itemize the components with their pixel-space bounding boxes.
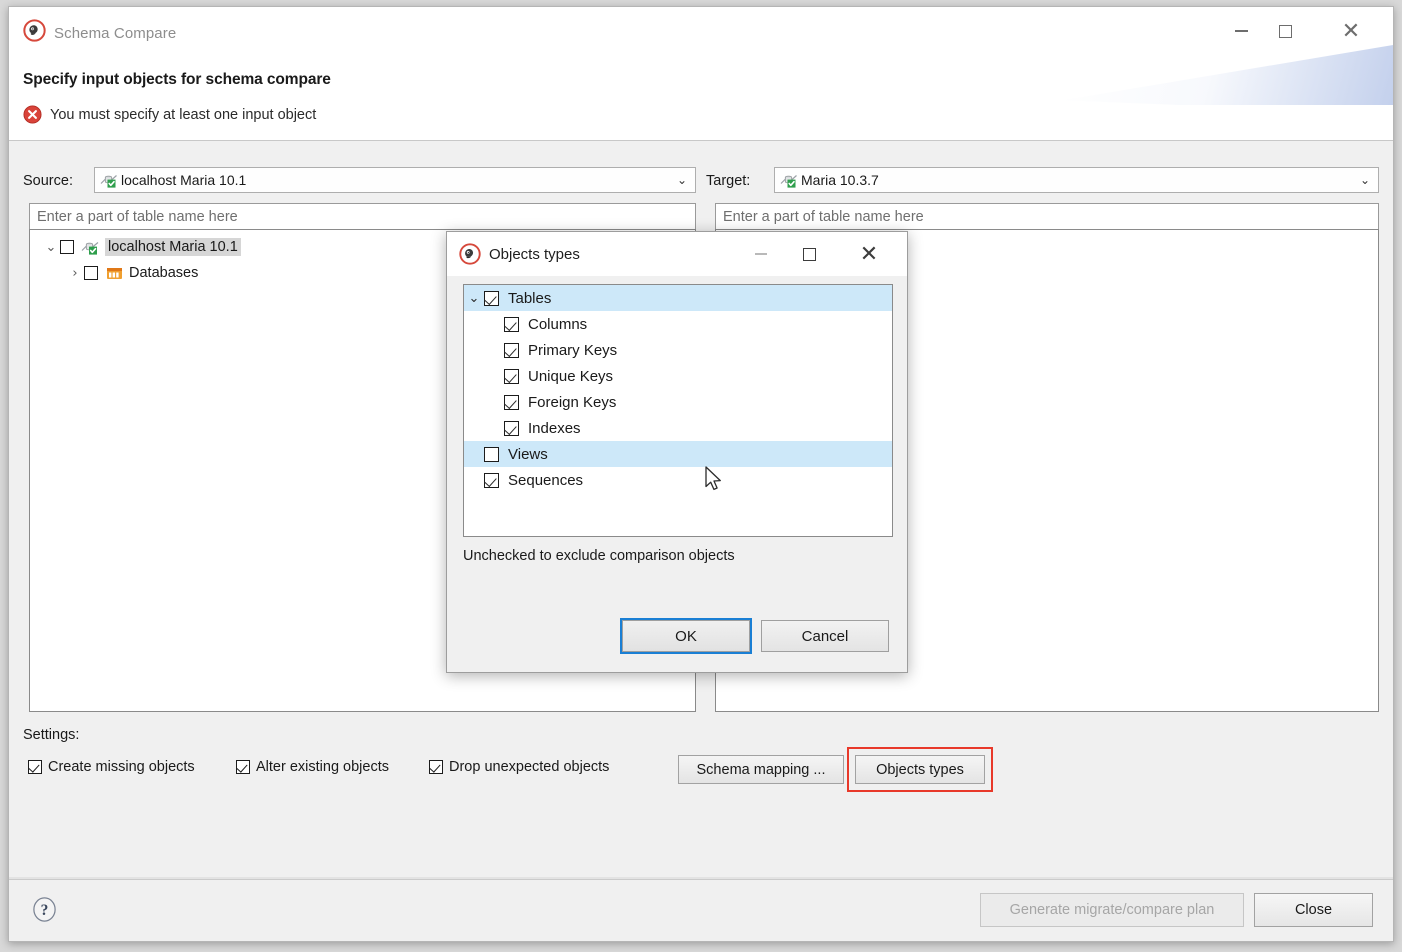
- chevron-right-icon[interactable]: ›: [66, 266, 84, 281]
- database-connection-checked-icon: [81, 239, 100, 255]
- checkbox-alter-existing-objects[interactable]: Alter existing objects: [236, 759, 389, 775]
- source-filter-placeholder: Enter a part of table name here: [37, 209, 238, 225]
- database-connection-checked-icon: [100, 172, 118, 188]
- tree-item-checkbox[interactable]: [84, 266, 98, 280]
- close-window-button[interactable]: ✕: [1329, 17, 1373, 45]
- dbeaver-logo-icon: [23, 19, 46, 42]
- tree-item-connection[interactable]: ⌄ localhost Maria 10.1: [42, 235, 241, 259]
- target-filter-placeholder: Enter a part of table name here: [723, 209, 924, 225]
- database-connection-checked-icon: [780, 172, 798, 188]
- list-item-label: Unique Keys: [528, 368, 613, 385]
- minimize-button[interactable]: [1219, 17, 1263, 45]
- ok-button[interactable]: OK: [622, 620, 750, 652]
- minimize-icon: [755, 253, 767, 255]
- list-item-label: Primary Keys: [528, 342, 617, 359]
- list-item-checkbox[interactable]: [504, 369, 519, 384]
- tree-item-databases[interactable]: › Databases: [66, 261, 198, 285]
- close-button[interactable]: Close: [1254, 893, 1373, 927]
- chevron-down-icon[interactable]: ⌄: [677, 173, 687, 187]
- list-item-columns[interactable]: Columns: [464, 311, 892, 337]
- objects-types-title: Objects types: [489, 246, 580, 263]
- list-item-indexes[interactable]: Indexes: [464, 415, 892, 441]
- checkbox-box[interactable]: [429, 760, 443, 774]
- list-item-label: Foreign Keys: [528, 394, 616, 411]
- objects-types-titlebar: Objects types ✕: [447, 232, 907, 276]
- object-types-list[interactable]: ⌄ Tables Columns Primary Keys Unique Key…: [463, 284, 893, 537]
- dialog-header: Schema Compare ✕ Specify input objects f…: [9, 7, 1393, 141]
- error-circle-icon: [23, 105, 42, 124]
- cancel-button[interactable]: Cancel: [761, 620, 889, 652]
- list-item-label: Indexes: [528, 420, 581, 437]
- checkbox-create-missing-objects[interactable]: Create missing objects: [28, 759, 195, 775]
- validation-error: You must specify at least one input obje…: [23, 105, 316, 124]
- dialog-footer: ? Generate migrate/compare plan Close: [9, 879, 1393, 941]
- checkbox-box[interactable]: [236, 760, 250, 774]
- modal-maximize-button[interactable]: [789, 241, 829, 267]
- settings-label: Settings:: [23, 727, 79, 743]
- list-item-primary-keys[interactable]: Primary Keys: [464, 337, 892, 363]
- source-label: Source:: [23, 173, 73, 189]
- target-filter-input[interactable]: Enter a part of table name here: [715, 203, 1379, 230]
- schema-compare-window: Schema Compare ✕ Specify input objects f…: [8, 6, 1394, 942]
- modal-minimize-button[interactable]: [741, 241, 781, 267]
- tree-item-checkbox[interactable]: [60, 240, 74, 254]
- maximize-icon: [803, 248, 816, 261]
- maximize-button[interactable]: [1263, 17, 1307, 45]
- header-decorative-banner: [1063, 45, 1393, 105]
- list-item-label: Columns: [528, 316, 587, 333]
- target-label: Target:: [706, 173, 750, 189]
- target-connection-combo[interactable]: Maria 10.3.7 ⌄: [774, 167, 1379, 193]
- tree-item-label: localhost Maria 10.1: [105, 238, 241, 256]
- list-item-checkbox[interactable]: [504, 421, 519, 436]
- generate-plan-button[interactable]: Generate migrate/compare plan: [980, 893, 1244, 927]
- source-filter-input[interactable]: Enter a part of table name here: [29, 203, 696, 230]
- help-question-icon[interactable]: ?: [31, 896, 58, 923]
- checkbox-box[interactable]: [28, 760, 42, 774]
- list-item-foreign-keys[interactable]: Foreign Keys: [464, 389, 892, 415]
- list-item-tables[interactable]: ⌄ Tables: [464, 285, 892, 311]
- checkbox-label: Drop unexpected objects: [449, 759, 609, 775]
- list-item-label: Sequences: [508, 472, 583, 489]
- objects-types-hint: Unchecked to exclude comparison objects: [463, 548, 735, 564]
- list-item-checkbox[interactable]: [504, 343, 519, 358]
- error-message: You must specify at least one input obje…: [50, 107, 316, 123]
- chevron-down-icon[interactable]: ⌄: [42, 240, 60, 255]
- objects-types-button[interactable]: Objects types: [855, 755, 985, 784]
- svg-text:?: ?: [41, 902, 49, 919]
- list-item-sequences[interactable]: Sequences: [464, 467, 892, 493]
- maximize-icon: [1279, 25, 1292, 38]
- objects-types-dialog: Objects types ✕ ⌄ Tables Columns Primary…: [446, 231, 908, 673]
- list-item-views[interactable]: Views: [464, 441, 892, 467]
- close-icon: ✕: [1342, 20, 1360, 42]
- target-connection-value: Maria 10.3.7: [801, 172, 879, 188]
- chevron-down-icon[interactable]: ⌄: [1360, 173, 1370, 187]
- dbeaver-logo-icon: [459, 243, 481, 265]
- databases-folder-icon: [105, 265, 124, 281]
- list-item-checkbox[interactable]: [484, 473, 499, 488]
- source-connection-value: localhost Maria 10.1: [121, 172, 246, 188]
- list-item-label: Views: [508, 446, 548, 463]
- list-item-label: Tables: [508, 290, 551, 307]
- source-connection-combo[interactable]: localhost Maria 10.1 ⌄: [94, 167, 696, 193]
- window-titlebar: Schema Compare ✕: [9, 7, 1393, 53]
- minimize-icon: [1235, 30, 1248, 32]
- list-item-checkbox[interactable]: [484, 291, 499, 306]
- checkbox-label: Alter existing objects: [256, 759, 389, 775]
- checkbox-label: Create missing objects: [48, 759, 195, 775]
- schema-mapping-button[interactable]: Schema mapping ...: [678, 755, 844, 784]
- page-title: Specify input objects for schema compare: [23, 71, 331, 89]
- close-icon: ✕: [860, 243, 878, 265]
- checkbox-drop-unexpected-objects[interactable]: Drop unexpected objects: [429, 759, 609, 775]
- list-item-checkbox[interactable]: [504, 395, 519, 410]
- modal-close-button[interactable]: ✕: [849, 241, 889, 267]
- list-item-checkbox[interactable]: [484, 447, 499, 462]
- list-item-unique-keys[interactable]: Unique Keys: [464, 363, 892, 389]
- window-title: Schema Compare: [54, 25, 176, 42]
- tree-item-label: Databases: [129, 265, 198, 281]
- list-item-checkbox[interactable]: [504, 317, 519, 332]
- chevron-down-icon[interactable]: ⌄: [464, 291, 484, 306]
